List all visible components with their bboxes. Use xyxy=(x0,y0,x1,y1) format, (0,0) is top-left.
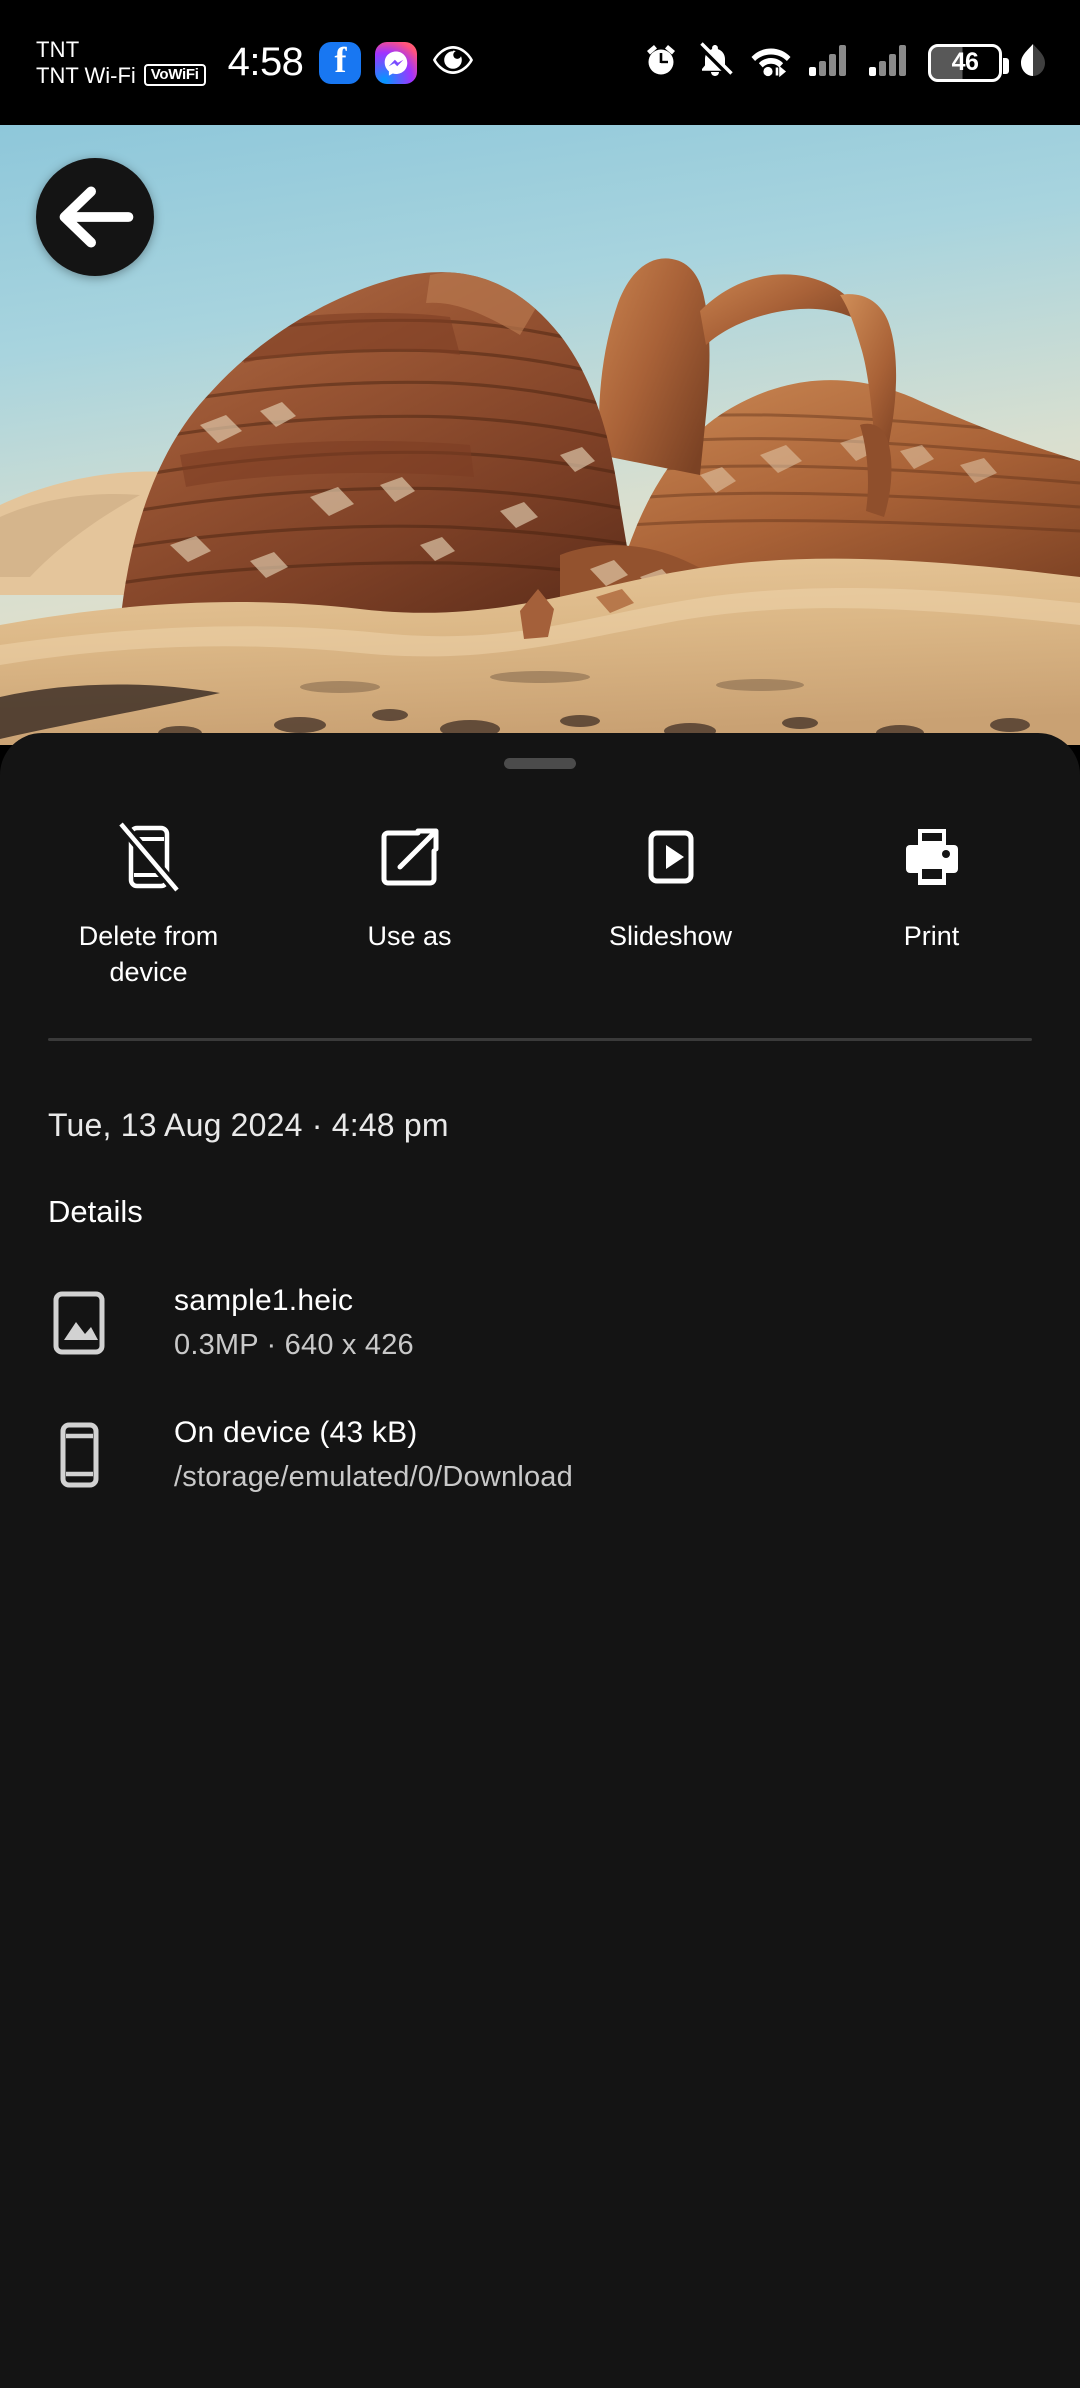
facebook-icon xyxy=(319,39,362,84)
storage-path: /storage/emulated/0/Download xyxy=(174,1461,573,1494)
status-bar-right: 46 xyxy=(642,41,1080,84)
phone-slash-icon xyxy=(113,815,185,899)
phone-slash-glyph xyxy=(116,820,181,894)
status-bar-clock: 4:58 xyxy=(227,40,304,84)
messenger-glyph xyxy=(385,51,408,76)
image-icon xyxy=(48,1284,140,1358)
printer-icon xyxy=(896,815,968,899)
action-print[interactable]: Print xyxy=(801,815,1062,990)
battery-level-label: 46 xyxy=(951,48,979,76)
arrow-left-icon xyxy=(59,186,134,248)
notification-icons xyxy=(319,39,475,84)
storage-label: On device (43 kB) xyxy=(174,1416,418,1450)
phone-icon xyxy=(48,1416,140,1490)
leaf-icon xyxy=(1018,42,1048,83)
bell-off-glyph xyxy=(697,42,733,78)
file-name: sample1.heic xyxy=(174,1284,354,1318)
action-row: Delete from device Use as Slideshow Prin… xyxy=(0,769,1080,990)
detail-text-block: sample1.heic 0.3MP · 640 x 426 xyxy=(140,1284,414,1362)
signal-sim1-icon xyxy=(808,43,852,82)
action-label: Slideshow xyxy=(608,921,733,951)
detail-row-storage[interactable]: On device (43 kB) /storage/emulated/0/Do… xyxy=(0,1362,1080,1494)
file-dimensions: 0.3MP · 640 x 426 xyxy=(174,1329,414,1362)
battery-indicator: 46 xyxy=(928,43,1009,82)
status-bar: TNT TNT Wi-Fi VoWiFi 4:58 f 46 xyxy=(0,0,1080,125)
battery-saver-leaf-glyph xyxy=(1021,44,1045,76)
wifi-glyph xyxy=(751,48,791,78)
action-label: Delete from device xyxy=(78,921,219,987)
detail-text-block: On device (43 kB) /storage/emulated/0/Do… xyxy=(140,1416,573,1494)
carrier-wifi-label: TNT Wi-Fi xyxy=(36,62,136,88)
back-button[interactable] xyxy=(36,158,154,276)
vowifi-badge: VoWiFi xyxy=(143,64,206,87)
wifi-icon xyxy=(750,43,792,82)
action-label: Use as xyxy=(367,921,452,951)
phone-glyph xyxy=(60,1422,99,1488)
details-bottom-sheet: Delete from device Use as Slideshow Prin… xyxy=(0,733,1080,2388)
eye-icon xyxy=(431,43,475,82)
photo-datetime: Tue, 13 Aug 2024 · 4:48 pm xyxy=(48,1107,449,1144)
carrier-info: TNT TNT Wi-Fi VoWiFi xyxy=(36,37,206,89)
signal-bars-glyph-2 xyxy=(869,45,906,76)
details-heading: Details xyxy=(48,1194,143,1230)
alarm-glyph xyxy=(647,45,675,75)
action-use-as[interactable]: Use as xyxy=(279,815,540,990)
sheet-drag-handle[interactable] xyxy=(504,758,576,769)
open-in-new-glyph xyxy=(381,828,438,886)
play-box-glyph xyxy=(648,830,693,884)
action-label: Print xyxy=(903,921,960,951)
open-in-new-icon xyxy=(374,815,446,899)
image-glyph xyxy=(53,1291,105,1355)
messenger-icon xyxy=(375,41,418,84)
detail-row-file[interactable]: sample1.heic 0.3MP · 640 x 426 xyxy=(0,1230,1080,1362)
status-bar-left: TNT TNT Wi-Fi VoWiFi 4:58 xyxy=(0,37,475,89)
signal-sim2-icon xyxy=(868,43,912,82)
alarm-icon xyxy=(642,41,680,84)
eye-glyph xyxy=(433,46,474,74)
action-slideshow[interactable]: Slideshow xyxy=(540,815,801,990)
printer-glyph xyxy=(905,829,958,885)
photo-viewer-screen: TNT TNT Wi-Fi VoWiFi 4:58 f 46 Delete fr… xyxy=(0,0,1080,2388)
carrier-name-primary: TNT xyxy=(36,36,80,62)
photo-preview[interactable] xyxy=(0,125,1080,745)
signal-bars-glyph xyxy=(809,45,846,76)
notifications-off-icon xyxy=(696,41,734,84)
play-box-icon xyxy=(635,815,707,899)
photo-image xyxy=(0,125,1080,745)
carrier-name-secondary: TNT Wi-Fi VoWiFi xyxy=(36,63,206,89)
action-delete-from-device[interactable]: Delete from device xyxy=(18,815,279,990)
